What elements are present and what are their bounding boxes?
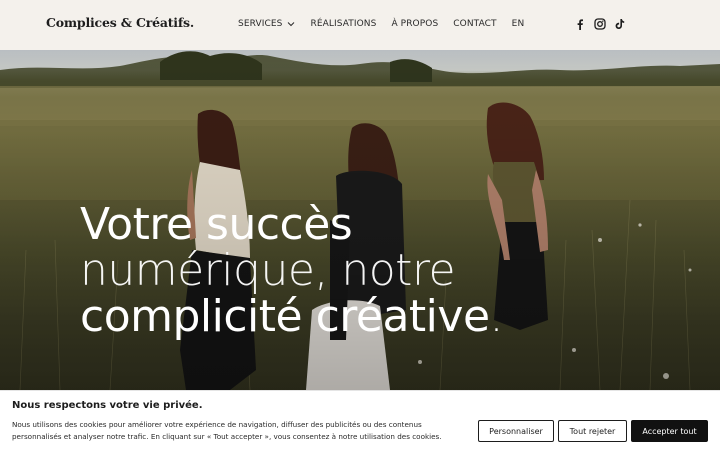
- main-nav: SERVICES RÉALISATIONS À PROPOS CONTACT E…: [238, 19, 539, 29]
- headline-line-2: numérique, notre: [80, 245, 456, 296]
- instagram-icon[interactable]: [594, 18, 606, 30]
- nav-item-services[interactable]: SERVICES: [238, 19, 295, 29]
- headline-period: .: [489, 291, 504, 342]
- nav-item-realisations[interactable]: RÉALISATIONS: [310, 19, 376, 29]
- nav-item-contact[interactable]: CONTACT: [453, 19, 496, 29]
- social-links: [574, 18, 634, 30]
- tiktok-icon[interactable]: [614, 18, 626, 30]
- headline-line-3: complicité créative.: [80, 294, 503, 340]
- facebook-icon[interactable]: [574, 18, 586, 30]
- nav-item-label: À PROPOS: [391, 19, 439, 29]
- site-logo[interactable]: Complices & Créatifs.: [46, 15, 194, 30]
- nav-item-language-en[interactable]: EN: [512, 19, 525, 29]
- nav-item-a-propos[interactable]: À PROPOS: [391, 19, 438, 29]
- cookie-consent-banner: Nous respectons votre vie privée. Nous u…: [0, 390, 720, 450]
- headline-line-1: Votre succès: [80, 199, 353, 250]
- customize-cookies-button[interactable]: Personnaliser: [478, 420, 554, 442]
- chevron-down-icon: [288, 22, 295, 27]
- reject-all-cookies-button[interactable]: Tout rejeter: [558, 420, 627, 442]
- nav-item-label: RÉALISATIONS: [310, 19, 377, 29]
- accept-all-cookies-button[interactable]: Accepter tout: [631, 420, 708, 442]
- headline-line-3-text: complicité créative: [80, 291, 490, 342]
- nav-item-label: SERVICES: [238, 19, 283, 29]
- site-header: Complices & Créatifs. SERVICES RÉALISATI…: [0, 0, 720, 50]
- hero-section: Votre succès numérique, notre complicité…: [0, 50, 720, 390]
- hero-headline: Votre succès numérique, notre complicité…: [80, 202, 503, 340]
- cookie-title: Nous respectons votre vie privée.: [12, 400, 203, 411]
- cookie-description: Nous utilisons des cookies pour améliore…: [12, 420, 442, 441]
- nav-item-label: EN: [511, 19, 525, 29]
- nav-item-label: CONTACT: [453, 19, 497, 29]
